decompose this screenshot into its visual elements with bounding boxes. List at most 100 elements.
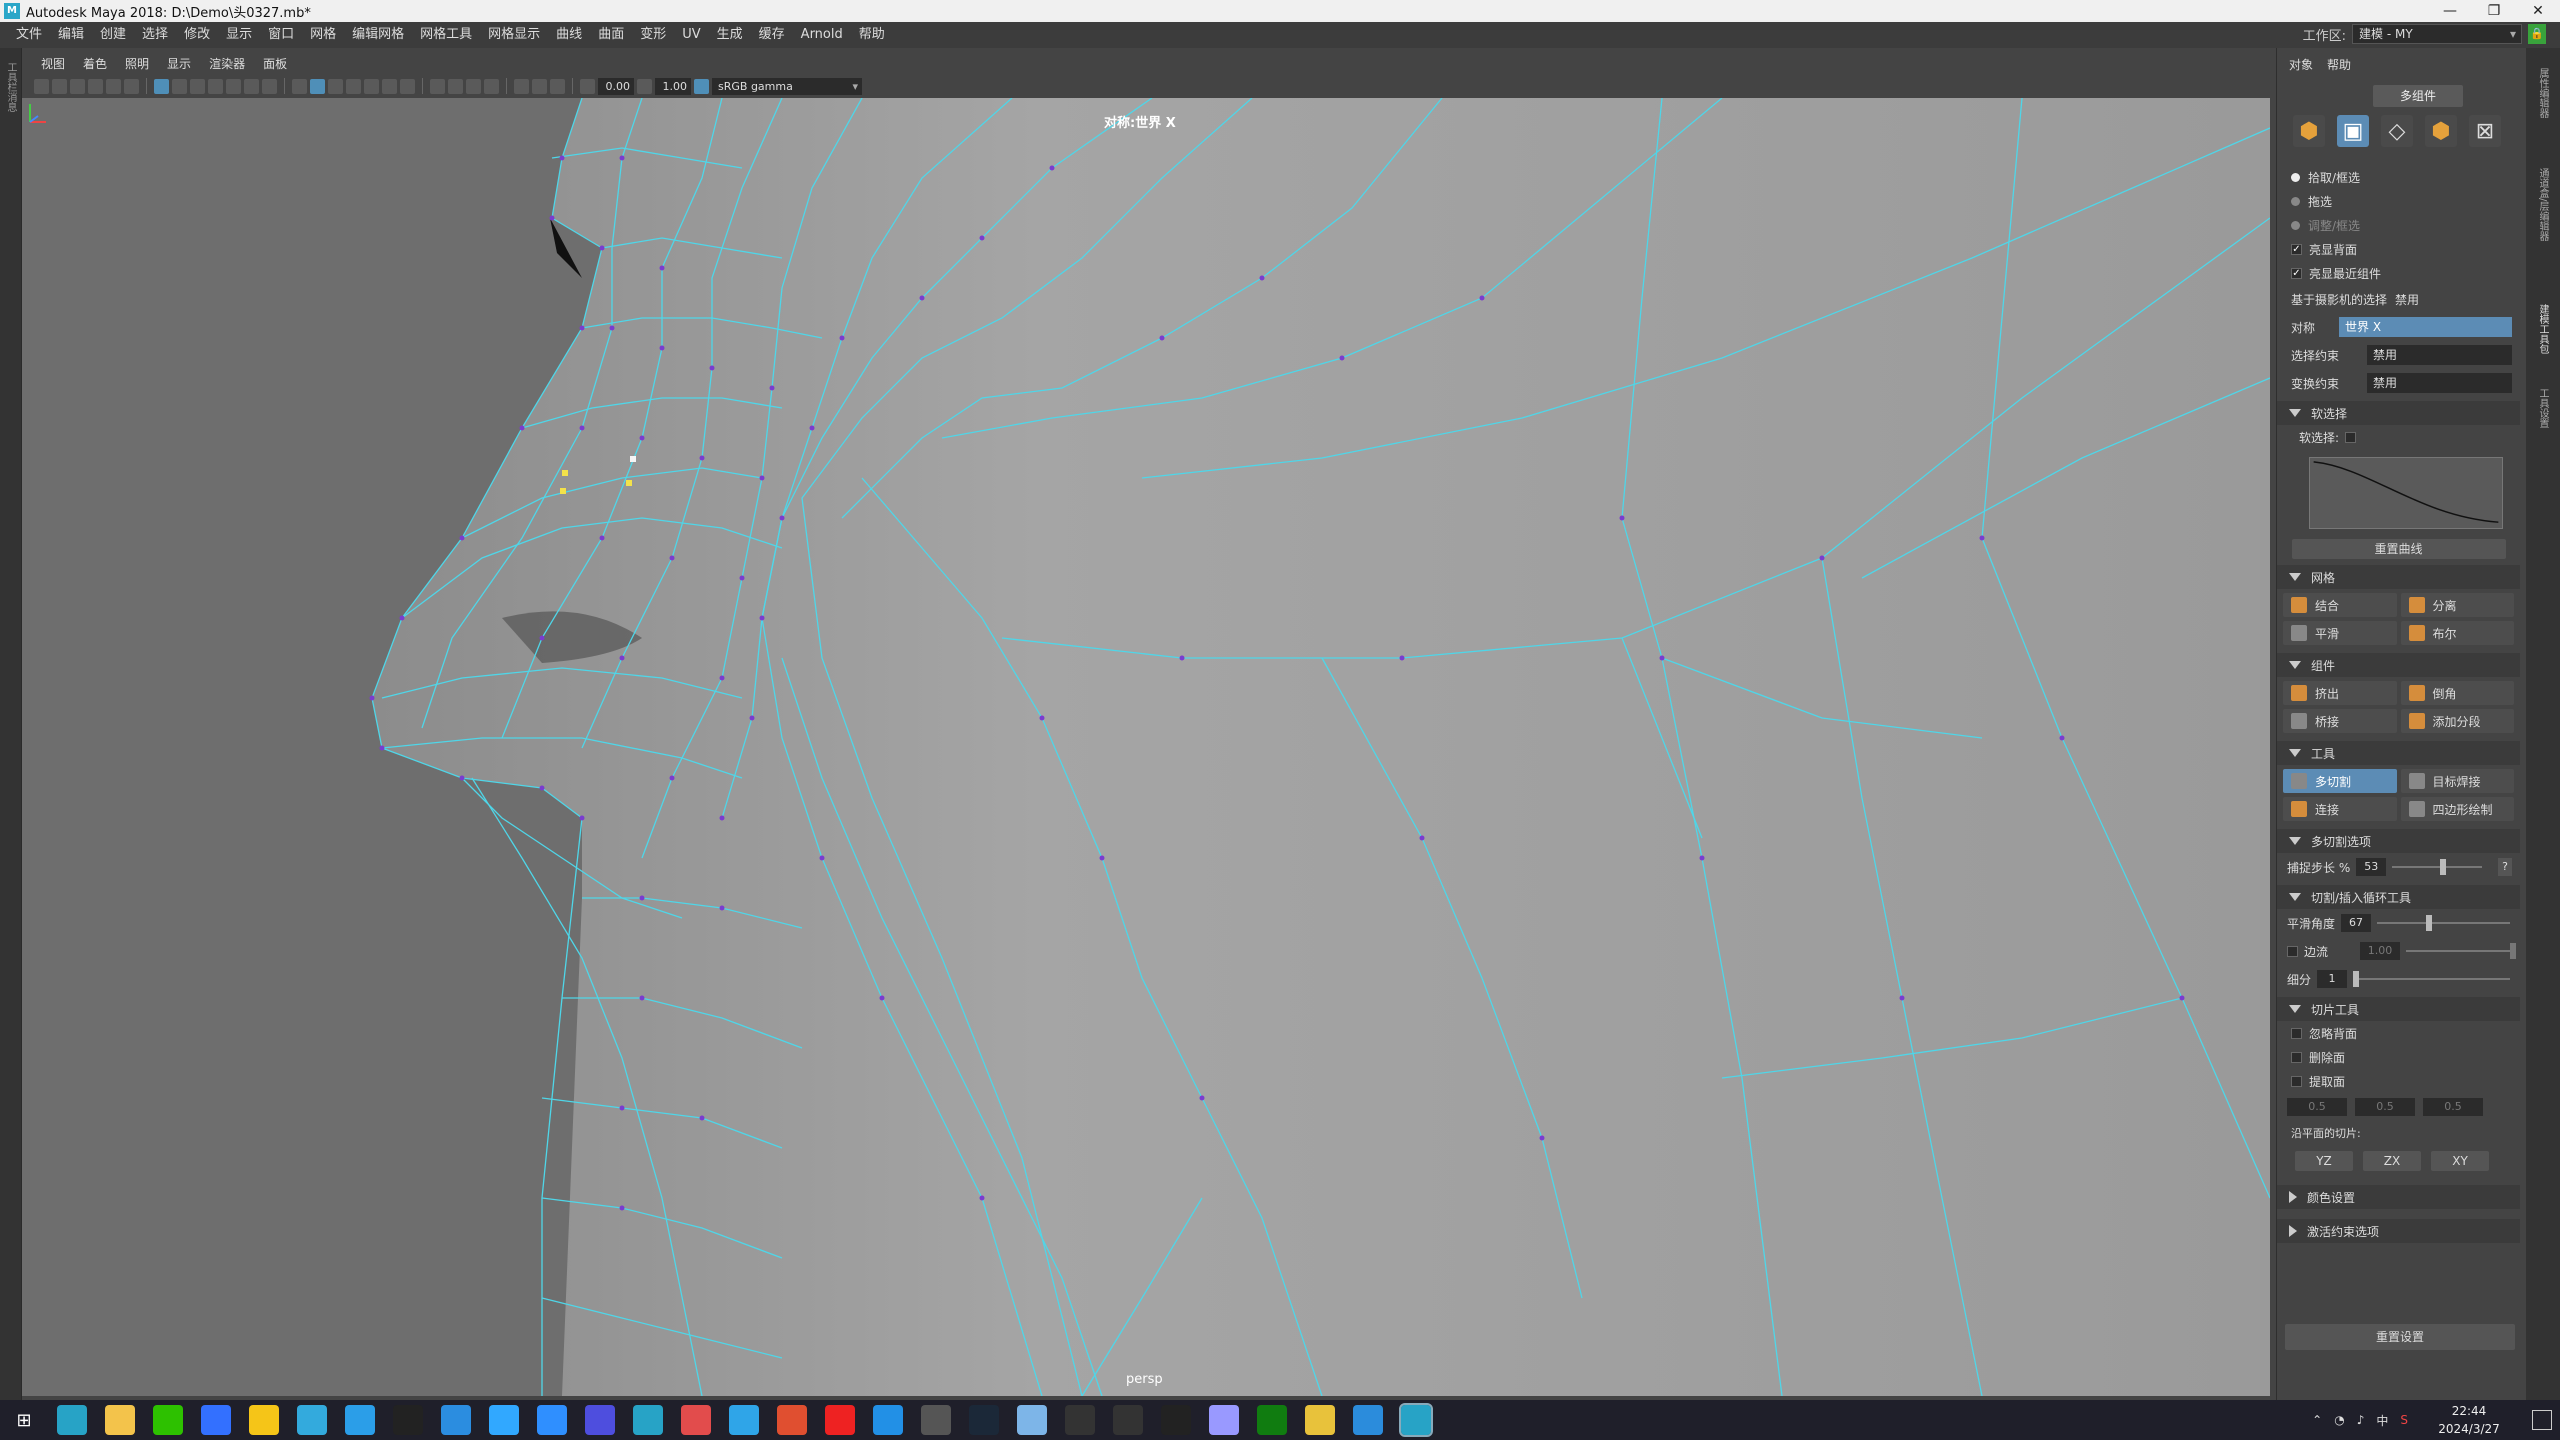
qq-icon[interactable] bbox=[249, 1405, 279, 1435]
menu-create[interactable]: 创建 bbox=[92, 22, 134, 48]
separate-button[interactable]: 分离 bbox=[2400, 593, 2514, 617]
checkbox-icon[interactable] bbox=[2291, 1075, 2302, 1087]
settings-icon[interactable] bbox=[1017, 1405, 1047, 1435]
xray-icon[interactable] bbox=[430, 78, 445, 94]
wechat-icon[interactable] bbox=[153, 1405, 183, 1435]
menu-mesh-tools[interactable]: 网格工具 bbox=[412, 22, 480, 48]
panel-menu-renderer[interactable]: 渲染器 bbox=[200, 55, 254, 72]
notification-icon[interactable] bbox=[2532, 1410, 2552, 1430]
object-mode-icon[interactable]: ⬢ bbox=[2293, 115, 2325, 147]
check-highlight-nearest[interactable]: ✓ 亮显最近组件 bbox=[2277, 261, 2520, 285]
wireframe-on-shaded-icon[interactable] bbox=[328, 78, 343, 94]
help-button[interactable]: ? bbox=[2498, 858, 2512, 876]
slice-tool-section[interactable]: 切片工具 bbox=[2277, 997, 2520, 1021]
swap-icon[interactable] bbox=[777, 1405, 807, 1435]
exposure-icon[interactable] bbox=[580, 78, 595, 94]
epic-icon[interactable] bbox=[1113, 1405, 1143, 1435]
slice-offset-x[interactable]: 0.5 bbox=[2287, 1098, 2347, 1116]
falloff-curve[interactable] bbox=[2309, 457, 2503, 529]
gamma-icon[interactable] bbox=[637, 78, 652, 94]
radio-icon[interactable] bbox=[2291, 220, 2300, 230]
cut-insert-loop-section[interactable]: 切割/插入循环工具 bbox=[2277, 885, 2520, 909]
option-tweak-marquee[interactable]: 调整/框选 bbox=[2277, 213, 2520, 237]
slider-thumb[interactable] bbox=[2426, 915, 2433, 931]
checkbox-icon[interactable] bbox=[2291, 1051, 2302, 1063]
tab-attribute-editor[interactable]: 属性编辑器 bbox=[2534, 68, 2550, 118]
image-plane-icon[interactable] bbox=[88, 78, 103, 94]
tab-tool-settings[interactable]: 工具设置 bbox=[2534, 388, 2550, 428]
tab-help[interactable]: 帮助 bbox=[2327, 56, 2351, 73]
film-gate-icon[interactable] bbox=[172, 78, 187, 94]
explorer-icon[interactable] bbox=[105, 1405, 135, 1435]
safe-action-icon[interactable] bbox=[244, 78, 259, 94]
option-drag[interactable]: 拖选 bbox=[2277, 189, 2520, 213]
plane-xy-button[interactable]: XY bbox=[2431, 1151, 2489, 1171]
tab-object[interactable]: 对象 bbox=[2289, 56, 2313, 73]
menu-modify[interactable]: 修改 bbox=[176, 22, 218, 48]
multicut-options-section[interactable]: 多切割选项 bbox=[2277, 829, 2520, 853]
active-constraint-section[interactable]: 激活约束选项 bbox=[2277, 1219, 2520, 1243]
menu-cache[interactable]: 缓存 bbox=[751, 22, 793, 48]
record-icon[interactable] bbox=[825, 1405, 855, 1435]
plane-zx-button[interactable]: ZX bbox=[2363, 1151, 2421, 1171]
connect-button[interactable]: 连接 bbox=[2283, 797, 2397, 821]
xbox-icon[interactable] bbox=[1257, 1405, 1287, 1435]
edge-flow-slider[interactable] bbox=[2406, 943, 2516, 959]
soft-select-section[interactable]: 软选择 bbox=[2277, 401, 2520, 425]
checkbox-icon[interactable]: ✓ bbox=[2291, 243, 2302, 255]
menu-mesh-display[interactable]: 网格显示 bbox=[480, 22, 548, 48]
menu-deform[interactable]: 变形 bbox=[632, 22, 674, 48]
ae-icon[interactable] bbox=[1209, 1405, 1239, 1435]
field-chart-icon[interactable] bbox=[226, 78, 241, 94]
menu-select[interactable]: 选择 bbox=[134, 22, 176, 48]
target-weld-button[interactable]: 目标焊接 bbox=[2400, 769, 2514, 793]
textured-icon[interactable] bbox=[346, 78, 361, 94]
menu-arnold[interactable]: Arnold bbox=[793, 22, 851, 48]
maya-active-icon[interactable] bbox=[1399, 1403, 1433, 1437]
slider-thumb[interactable] bbox=[2510, 943, 2516, 959]
menu-mesh[interactable]: 网格 bbox=[302, 22, 344, 48]
menu-curves[interactable]: 曲线 bbox=[548, 22, 590, 48]
uv-mode-icon[interactable]: ⊠ bbox=[2469, 115, 2501, 147]
edge-flow-field[interactable]: 1.00 bbox=[2360, 942, 2401, 960]
anti-alias-icon[interactable] bbox=[532, 78, 547, 94]
2d-pan-icon[interactable] bbox=[106, 78, 121, 94]
slice-offset-z[interactable]: 0.5 bbox=[2423, 1098, 2483, 1116]
bridge-button[interactable]: 桥接 bbox=[2283, 709, 2397, 733]
snap-step-field[interactable]: 53 bbox=[2356, 858, 2387, 876]
checkbox-icon[interactable] bbox=[2287, 945, 2298, 957]
vscode-icon[interactable] bbox=[1353, 1405, 1383, 1435]
menu-surfaces[interactable]: 曲面 bbox=[590, 22, 632, 48]
option-pick-marquee[interactable]: 拾取/框选 bbox=[2277, 165, 2520, 189]
lock-icon[interactable]: 🔒 bbox=[2528, 24, 2546, 44]
vertex-mode-icon[interactable]: ▣ bbox=[2337, 115, 2369, 147]
tools-section[interactable]: 工具 bbox=[2277, 741, 2520, 765]
cloud-icon[interactable] bbox=[345, 1405, 375, 1435]
xray-joints-icon[interactable] bbox=[448, 78, 463, 94]
photoshop-icon[interactable] bbox=[489, 1405, 519, 1435]
face-mode-icon[interactable]: ⬢ bbox=[2425, 115, 2457, 147]
camera-select-value[interactable]: 禁用 bbox=[2395, 291, 2419, 308]
color-space-dropdown[interactable]: sRGB gamma bbox=[712, 77, 862, 95]
transform-constraint-dropdown[interactable]: 禁用 bbox=[2367, 373, 2512, 393]
panel-menu-lighting[interactable]: 照明 bbox=[116, 55, 158, 72]
3d-viewport[interactable]: 对称:世界 X persp bbox=[22, 98, 2270, 1396]
reset-curve-button[interactable]: 重置曲线 bbox=[2291, 539, 2506, 559]
close-icon[interactable]: ✕ bbox=[2516, 0, 2560, 22]
menu-display[interactable]: 显示 bbox=[218, 22, 260, 48]
ambient-occlusion-icon[interactable] bbox=[400, 78, 415, 94]
terminal-icon[interactable] bbox=[1161, 1405, 1191, 1435]
exposure-field[interactable]: 0.00 bbox=[598, 77, 634, 95]
slider-thumb[interactable] bbox=[2353, 971, 2360, 987]
resolution-gate-icon[interactable] bbox=[190, 78, 205, 94]
soft-select-toggle[interactable]: 软选择: bbox=[2277, 425, 2520, 449]
safe-title-icon[interactable] bbox=[262, 78, 277, 94]
camera-select-icon[interactable] bbox=[34, 78, 49, 94]
panel-menu-shading[interactable]: 着色 bbox=[74, 55, 116, 72]
snap-step-slider[interactable] bbox=[2392, 859, 2482, 875]
check-ignore-backfaces[interactable]: 忽略背面 bbox=[2277, 1021, 2520, 1045]
multi-component-button[interactable]: 多组件 bbox=[2373, 85, 2463, 107]
chevron-up-icon[interactable]: ⌃ bbox=[2312, 1413, 2322, 1427]
gate-mask-icon[interactable] bbox=[208, 78, 223, 94]
menu-file[interactable]: 文件 bbox=[8, 22, 50, 48]
